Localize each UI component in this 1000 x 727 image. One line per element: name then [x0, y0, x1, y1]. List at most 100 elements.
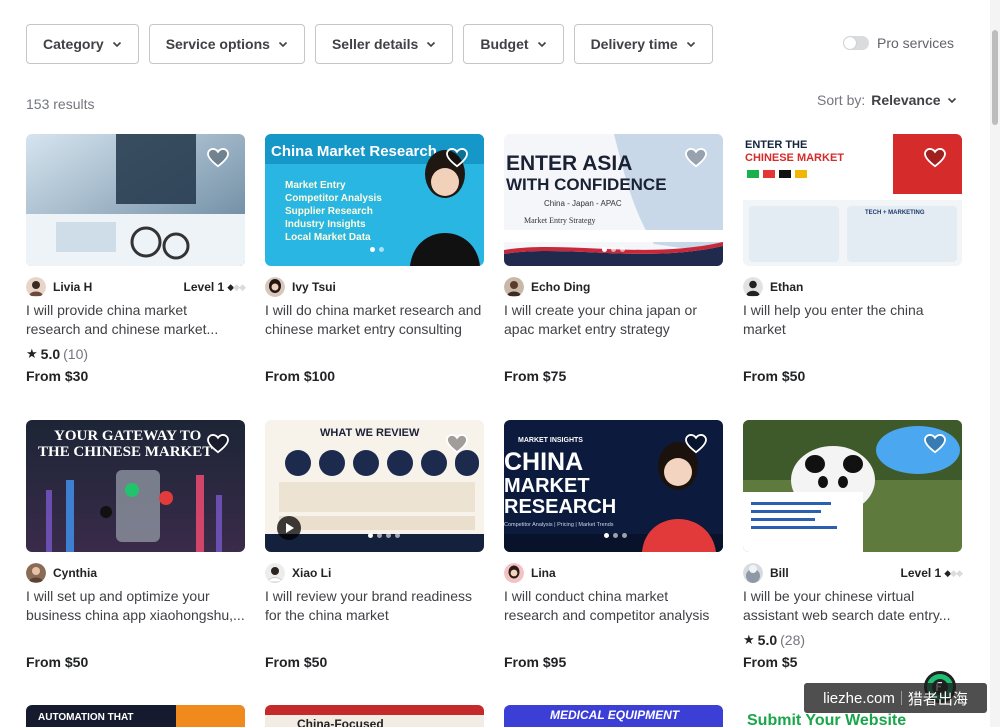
gig-price[interactable]: From $95 — [504, 654, 566, 670]
filter-seller-details[interactable]: Seller details — [314, 24, 454, 64]
seller-name[interactable]: Ivy Tsui — [292, 280, 336, 294]
filter-budget[interactable]: Budget — [463, 24, 564, 64]
gig-price[interactable]: From $100 — [265, 368, 335, 384]
gig-image-text: Supplier Research — [285, 206, 373, 217]
level-indicator-icon: ◆◆◆ — [227, 281, 246, 292]
seller-name[interactable]: Xiao Li — [292, 566, 331, 580]
gig-image-text: CHINA — [504, 448, 583, 476]
gig-card[interactable]: WHAT WE REVIEW Xiao Li I will review you… — [265, 420, 484, 706]
filter-label: Service options — [165, 36, 270, 52]
gig-image: MEDICAL EQUIPMENT — [504, 705, 723, 727]
gig-thumbnail[interactable]: ENTER ASIA WITH CONFIDENCE China - Japan… — [504, 134, 723, 266]
seller-info[interactable]: Ethan — [743, 277, 962, 297]
gig-thumbnail[interactable]: MEDICAL EQUIPMENT — [504, 705, 723, 727]
gig-image-text: Market Entry Strategy — [524, 216, 596, 225]
toggle-knob — [844, 37, 856, 49]
avatar — [26, 563, 46, 583]
gig-image: AUTOMATION THAT — [26, 705, 245, 727]
gig-price[interactable]: From $50 — [265, 654, 327, 670]
chevron-down-icon — [537, 41, 546, 48]
gig-title[interactable]: I will create your china japan or apac m… — [504, 301, 723, 339]
gig-image-text: WHAT WE REVIEW — [320, 427, 420, 439]
gig-thumbnail[interactable]: YOUR GATEWAY TO THE CHINESE MARKET — [26, 420, 245, 552]
heart-icon[interactable] — [207, 434, 229, 454]
seller-info[interactable]: Bill Level 1 ◆◆◆ — [743, 563, 963, 583]
gig-image-text: Competitor Analysis | Pricing | Market T… — [504, 522, 614, 528]
page-scrollbar[interactable] — [990, 0, 1000, 727]
play-icon — [286, 523, 294, 533]
gig-title[interactable]: I will conduct china market research and… — [504, 587, 723, 625]
pro-services-toggle[interactable]: Pro services — [843, 35, 954, 51]
carousel-dots[interactable] — [604, 533, 627, 538]
seller-info[interactable]: Xiao Li — [265, 563, 484, 583]
seller-info[interactable]: Ivy Tsui — [265, 277, 484, 297]
heart-icon[interactable] — [924, 434, 946, 454]
gig-thumbnail[interactable]: ENTER THE CHINESE MARKET TECH + MARKETIN… — [743, 134, 962, 266]
heart-icon[interactable] — [685, 148, 707, 168]
gig-price[interactable]: From $5 — [743, 654, 797, 670]
gig-thumbnail[interactable]: AUTOMATION THAT — [26, 705, 245, 727]
heart-icon[interactable] — [685, 434, 707, 454]
gig-title[interactable]: I will provide china market research and… — [26, 301, 245, 339]
scrollbar-thumb[interactable] — [992, 30, 998, 125]
toggle-switch[interactable] — [843, 36, 869, 50]
seller-name[interactable]: Ethan — [770, 280, 803, 294]
sort-dropdown[interactable]: Sort by: Relevance — [817, 92, 957, 108]
seller-info[interactable]: Lina — [504, 563, 723, 583]
gig-image-text: MEDICAL EQUIPMENT — [550, 708, 681, 722]
carousel-dots[interactable] — [368, 533, 400, 538]
gig-image-text: MARKET — [504, 475, 590, 497]
seller-name[interactable]: Echo Ding — [531, 280, 590, 294]
carousel-dots[interactable] — [370, 247, 384, 252]
gig-price[interactable]: From $50 — [26, 654, 88, 670]
seller-info[interactable]: Echo Ding — [504, 277, 723, 297]
gig-card[interactable]: China Market Research Market Entry Compe… — [265, 134, 484, 420]
gig-thumbnail[interactable]: China Market Research Market Entry Compe… — [265, 134, 484, 266]
gig-image-text: AUTOMATION THAT — [38, 712, 134, 723]
gig-image-text: Competitor Analysis — [285, 193, 382, 204]
gig-image-text: RESEARCH — [504, 496, 616, 518]
heart-icon[interactable] — [446, 148, 468, 168]
filter-delivery-time[interactable]: Delivery time — [573, 24, 713, 64]
gig-price[interactable]: From $50 — [743, 368, 805, 384]
avatar — [743, 563, 763, 583]
gig-title[interactable]: I will set up and optimize your business… — [26, 587, 245, 625]
gig-image-text: YOUR GATEWAY TO — [54, 428, 201, 444]
gig-thumbnail[interactable]: MARKET INSIGHTS CHINA MARKET RESEARCH Co… — [504, 420, 723, 552]
filter-service-options[interactable]: Service options — [148, 24, 305, 64]
gig-thumbnail[interactable] — [743, 420, 962, 552]
heart-icon[interactable] — [924, 148, 946, 168]
gig-card[interactable]: YOUR GATEWAY TO THE CHINESE MARKET Cynth… — [26, 420, 245, 706]
play-video-button[interactable] — [277, 516, 301, 540]
seller-info[interactable]: Livia H Level 1 ◆◆◆ — [26, 277, 246, 297]
seller-name[interactable]: Lina — [531, 566, 556, 580]
avatar — [26, 277, 46, 297]
gig-title[interactable]: I will do china market research and chin… — [265, 301, 484, 339]
gig-card[interactable]: MARKET INSIGHTS CHINA MARKET RESEARCH Co… — [504, 420, 723, 706]
chevron-down-icon — [947, 97, 956, 104]
gig-card[interactable]: Livia H Level 1 ◆◆◆ I will provide china … — [26, 134, 246, 420]
seller-name[interactable]: Cynthia — [53, 566, 97, 580]
filter-category[interactable]: Category — [26, 24, 139, 64]
heart-icon[interactable] — [446, 434, 468, 454]
seller-name[interactable]: Bill — [770, 566, 789, 580]
filter-label: Seller details — [331, 36, 419, 52]
carousel-dots[interactable] — [602, 247, 625, 252]
gig-card[interactable]: Bill Level 1 ◆◆◆ I will be your chinese v… — [743, 420, 963, 706]
seller-info[interactable]: Cynthia — [26, 563, 245, 583]
gig-price[interactable]: From $75 — [504, 368, 566, 384]
gig-title[interactable]: I will help you enter the china market — [743, 301, 962, 339]
gig-price[interactable]: From $30 — [26, 368, 88, 384]
carousel-dots[interactable] — [848, 533, 862, 538]
gig-image-text: Local Market Data — [285, 232, 371, 243]
seller-name[interactable]: Livia H — [53, 280, 92, 294]
gig-thumbnail[interactable]: WHAT WE REVIEW — [265, 420, 484, 552]
gig-title[interactable]: I will review your brand readiness for t… — [265, 587, 484, 625]
gig-title[interactable]: I will be your chinese virtual assistant… — [743, 587, 962, 625]
gig-card[interactable]: ENTER THE CHINESE MARKET TECH + MARKETIN… — [743, 134, 962, 420]
gig-thumbnail[interactable] — [26, 134, 245, 266]
gig-card[interactable]: ENTER ASIA WITH CONFIDENCE China - Japan… — [504, 134, 723, 420]
chevron-down-icon — [427, 41, 436, 48]
heart-icon[interactable] — [207, 148, 229, 168]
gig-thumbnail[interactable]: China-Focused — [265, 705, 484, 727]
